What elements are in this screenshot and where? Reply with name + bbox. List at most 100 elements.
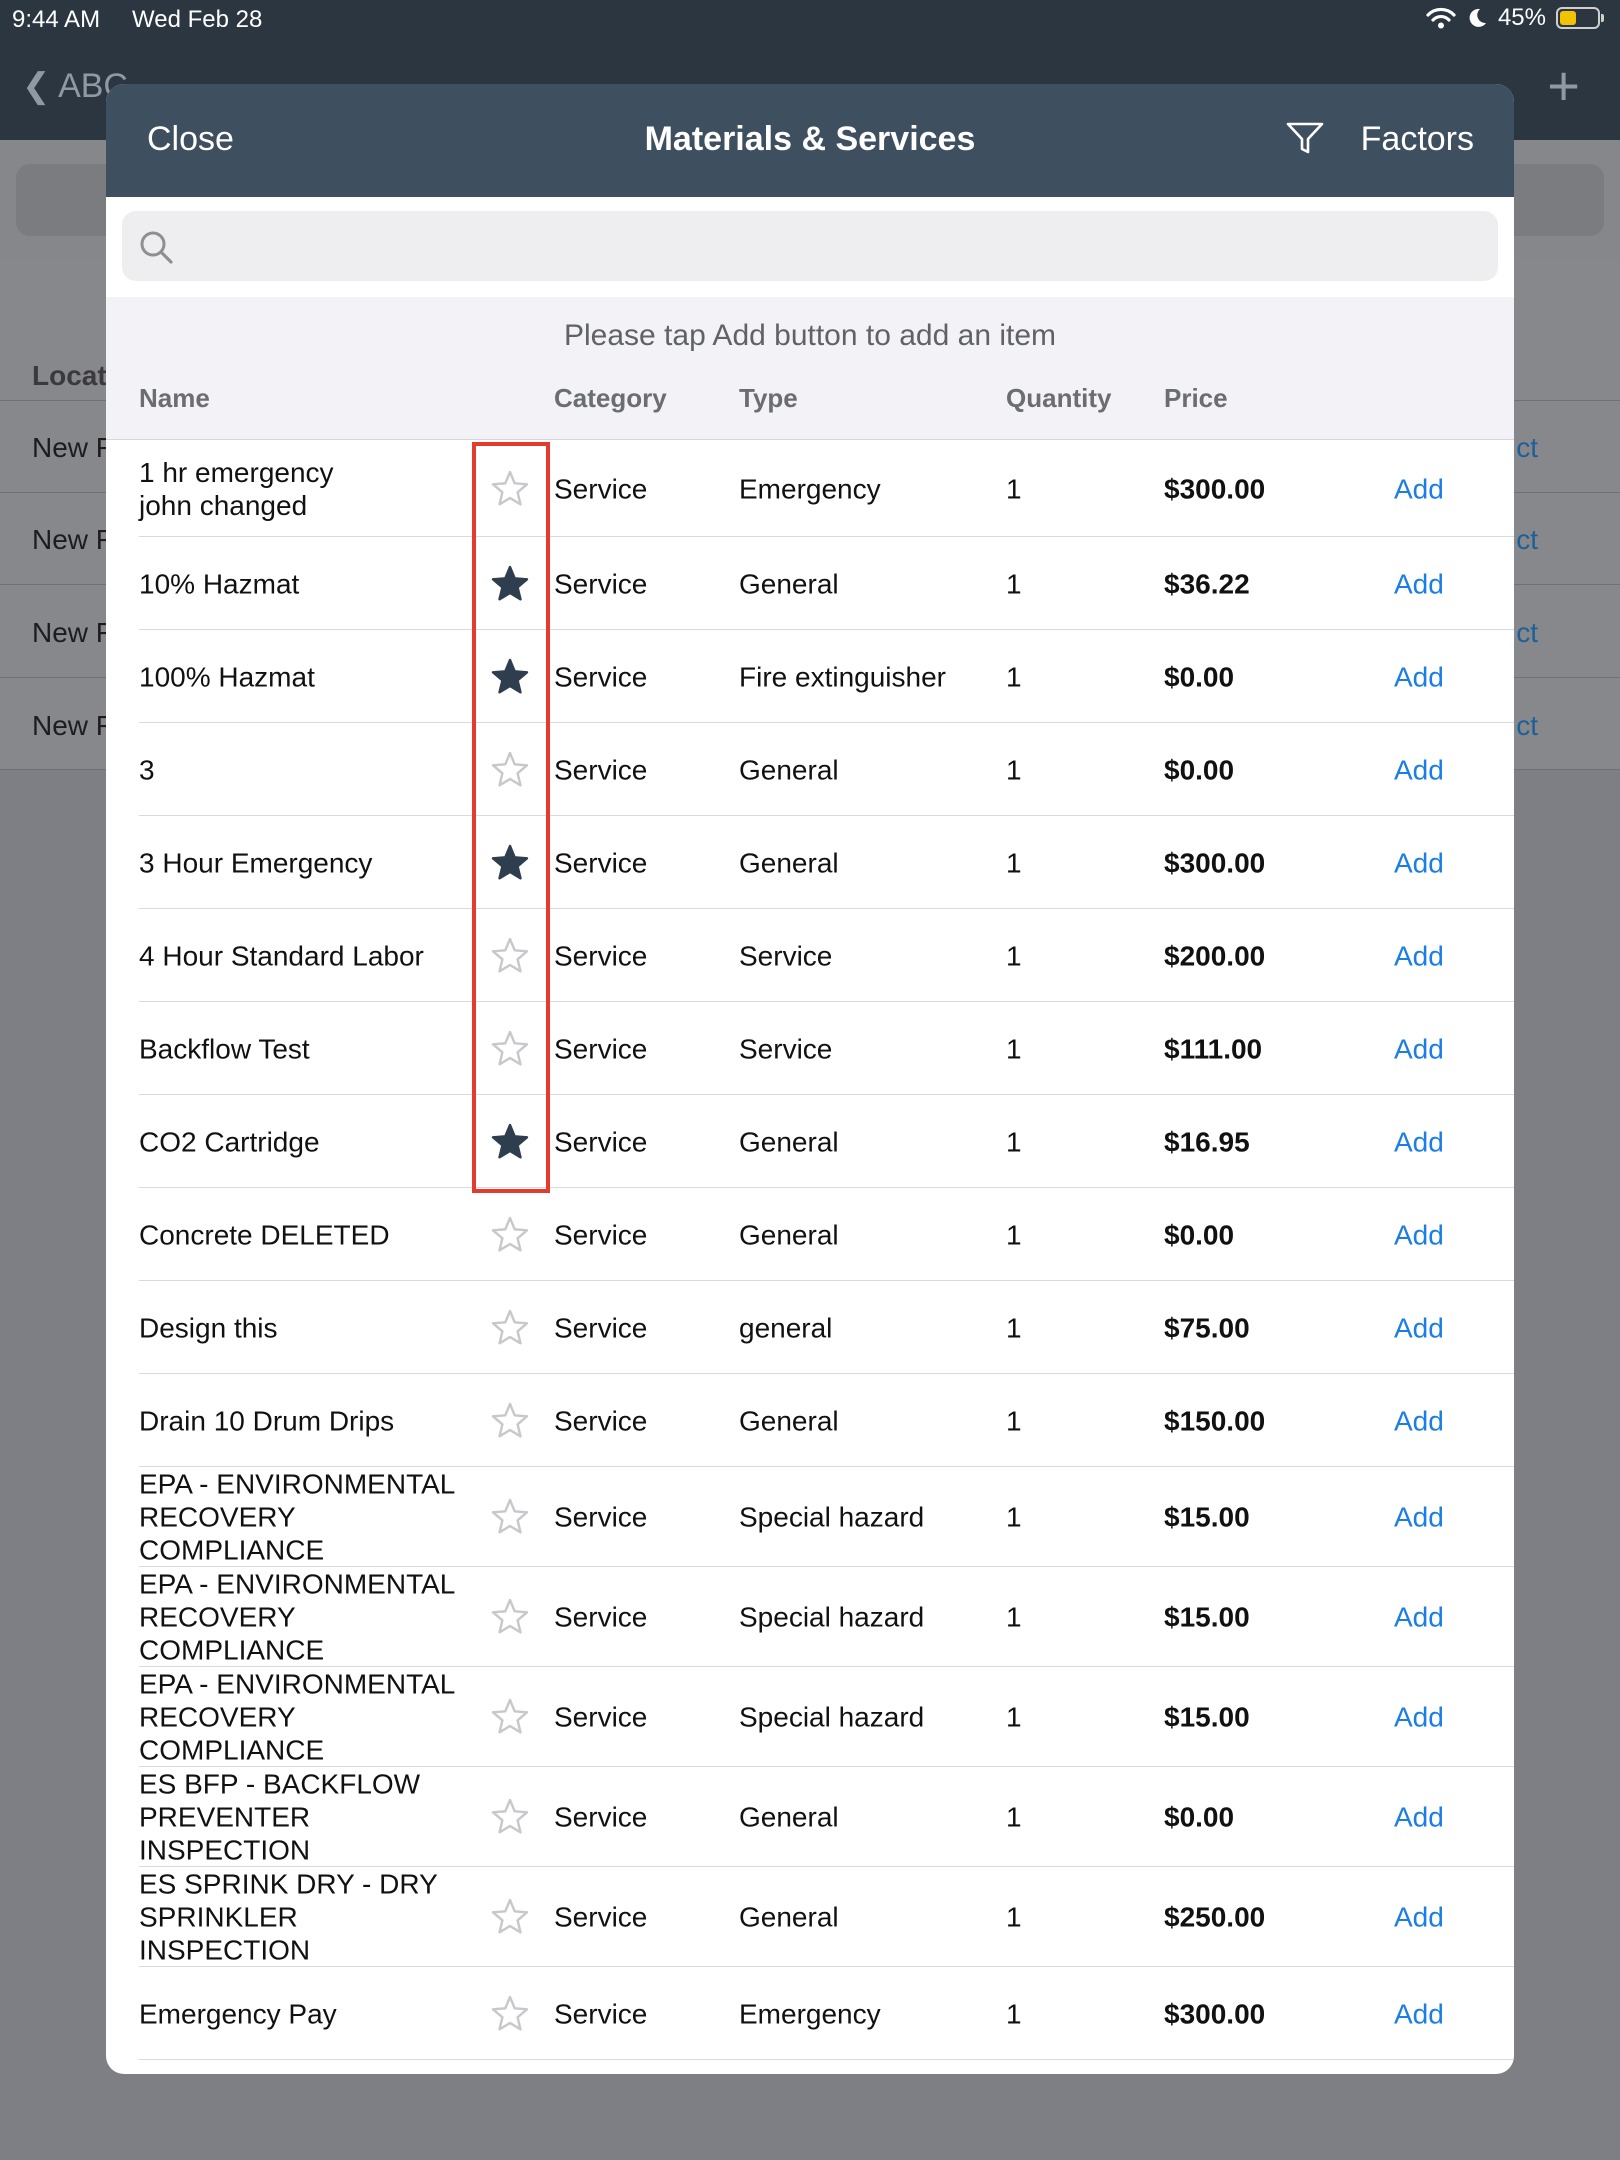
- item-type: Special hazard: [739, 1501, 925, 1533]
- add-button[interactable]: Add: [1394, 1501, 1444, 1534]
- favorite-column-highlight: [472, 442, 550, 1193]
- star-outline-icon[interactable]: [489, 1697, 531, 1737]
- item-price: $75.00: [1164, 1312, 1250, 1343]
- item-name: 3: [139, 754, 155, 785]
- background-row-action[interactable]: ct: [1516, 710, 1538, 742]
- plus-icon[interactable]: +: [1547, 58, 1580, 114]
- table-row: Drain 10 Drum Drips Service General 1 $150.0…: [106, 1374, 1514, 1467]
- item-quantity: 1: [1006, 1801, 1022, 1833]
- item-type: General: [739, 1219, 839, 1250]
- column-header-type: Type: [739, 383, 798, 413]
- add-button[interactable]: Add: [1394, 753, 1444, 786]
- item-name: Drain 10 Drum Drips: [139, 1405, 395, 1436]
- item-quantity: 1: [1006, 1901, 1022, 1933]
- star-outline-icon[interactable]: [489, 1597, 531, 1637]
- add-button[interactable]: Add: [1394, 939, 1444, 972]
- item-type: General: [739, 1126, 839, 1157]
- table-row: ES BFP - BACKFLOW PREVENTER INSPECTION Se…: [106, 1767, 1514, 1867]
- item-price: $250.00: [1164, 1901, 1266, 1933]
- table-row: 4 Hour Standard Labor Service Service 1 $200…: [106, 909, 1514, 1002]
- background-row-action[interactable]: ct: [1516, 524, 1538, 556]
- star-outline-icon[interactable]: [489, 1401, 531, 1441]
- item-type: Special hazard: [739, 1701, 925, 1733]
- add-button[interactable]: Add: [1394, 1032, 1444, 1065]
- item-quantity: 1: [1006, 1126, 1022, 1157]
- factors-button[interactable]: Factors: [1361, 120, 1474, 159]
- item-quantity: 1: [1006, 1312, 1022, 1343]
- item-name: 1 hr emergency john changed: [139, 456, 334, 521]
- item-name: 100% Hazmat: [139, 661, 315, 692]
- item-name: Backflow Test: [139, 1033, 310, 1064]
- background-row-action[interactable]: ct: [1516, 617, 1538, 649]
- table-row: Design this Service general 1 $75.00 Add: [106, 1281, 1514, 1374]
- item-category: Service: [554, 847, 648, 878]
- item-price: $0.00: [1164, 754, 1235, 785]
- status-time: 9:44 AM: [12, 6, 101, 33]
- item-type: General: [739, 847, 839, 878]
- add-button[interactable]: Add: [1394, 1997, 1444, 2030]
- battery-icon: [1556, 7, 1604, 29]
- item-quantity: 1: [1006, 661, 1022, 692]
- item-quantity: 1: [1006, 1033, 1022, 1064]
- star-outline-icon[interactable]: [489, 1797, 531, 1837]
- item-type: general: [739, 1312, 833, 1343]
- item-price: $300.00: [1164, 473, 1266, 504]
- item-price: $16.95: [1164, 1126, 1250, 1157]
- add-button[interactable]: Add: [1394, 1701, 1444, 1734]
- search-input[interactable]: [192, 211, 1486, 283]
- table-row: 3 Service General 1 $0.00 Add: [106, 723, 1514, 816]
- wifi-icon: [1426, 7, 1456, 29]
- table-row: Emergency Pay Service Emergency 1 $300.00 Add: [106, 1967, 1514, 2060]
- filter-icon[interactable]: [1286, 122, 1324, 156]
- item-price: $300.00: [1164, 847, 1266, 878]
- add-button[interactable]: Add: [1394, 846, 1444, 879]
- item-price: $15.00: [1164, 1501, 1250, 1533]
- background-row-action[interactable]: ct: [1516, 432, 1538, 464]
- item-quantity: 1: [1006, 754, 1022, 785]
- item-type: Emergency: [739, 473, 881, 504]
- add-button[interactable]: Add: [1394, 1901, 1444, 1934]
- background-section-header: Locat: [32, 360, 107, 391]
- column-header-quantity: Quantity: [1006, 383, 1112, 413]
- star-outline-icon[interactable]: [489, 1215, 531, 1255]
- add-button[interactable]: Add: [1394, 1218, 1444, 1251]
- search-field[interactable]: [122, 211, 1498, 283]
- item-type: General: [739, 1801, 839, 1833]
- item-category: Service: [554, 1033, 648, 1064]
- item-name: 4 Hour Standard Labor: [139, 940, 424, 971]
- item-quantity: 1: [1006, 1701, 1022, 1733]
- item-category: Service: [554, 1405, 648, 1436]
- add-button[interactable]: Add: [1394, 1125, 1444, 1158]
- add-button[interactable]: Add: [1394, 1601, 1444, 1634]
- column-header-category: Category: [554, 383, 667, 413]
- star-outline-icon[interactable]: [489, 1308, 531, 1348]
- item-category: Service: [554, 1312, 648, 1343]
- item-category: Service: [554, 473, 648, 504]
- item-price: $36.22: [1164, 568, 1250, 599]
- star-outline-icon[interactable]: [489, 1497, 531, 1537]
- add-button[interactable]: Add: [1394, 472, 1444, 505]
- add-button[interactable]: Add: [1394, 1801, 1444, 1834]
- column-header-price: Price: [1164, 383, 1228, 413]
- item-category: Service: [554, 1701, 648, 1733]
- add-button[interactable]: Add: [1394, 1404, 1444, 1437]
- table-row: EPA - ENVIRONMENTAL RECOVERY COMPLIANCE S…: [106, 1567, 1514, 1667]
- table-row: Backflow Test Service Service 1 $111.00 Add: [106, 1002, 1514, 1095]
- item-name: Emergency Pay: [139, 1998, 337, 2029]
- item-quantity: 1: [1006, 1601, 1022, 1633]
- search-icon: [140, 231, 173, 264]
- add-button[interactable]: Add: [1394, 1311, 1444, 1344]
- item-type: General: [739, 568, 839, 599]
- star-outline-icon[interactable]: [489, 1994, 531, 2034]
- table-row: EPA - ENVIRONMENTAL RECOVERY COMPLIANCE S…: [106, 1467, 1514, 1567]
- item-name: EPA - ENVIRONMENTAL RECOVERY COMPLIANCE: [139, 1568, 456, 1666]
- item-price: $111.00: [1164, 1033, 1263, 1064]
- table-row: 1 hr emergency john changed Service Emerge…: [106, 440, 1514, 537]
- item-name: 3 Hour Emergency: [139, 847, 373, 878]
- item-category: Service: [554, 1801, 648, 1833]
- modal-header: Close Materials & Services Factors: [106, 84, 1514, 197]
- add-button[interactable]: Add: [1394, 567, 1444, 600]
- add-button[interactable]: Add: [1394, 660, 1444, 693]
- item-price: $200.00: [1164, 940, 1266, 971]
- star-outline-icon[interactable]: [489, 1897, 531, 1937]
